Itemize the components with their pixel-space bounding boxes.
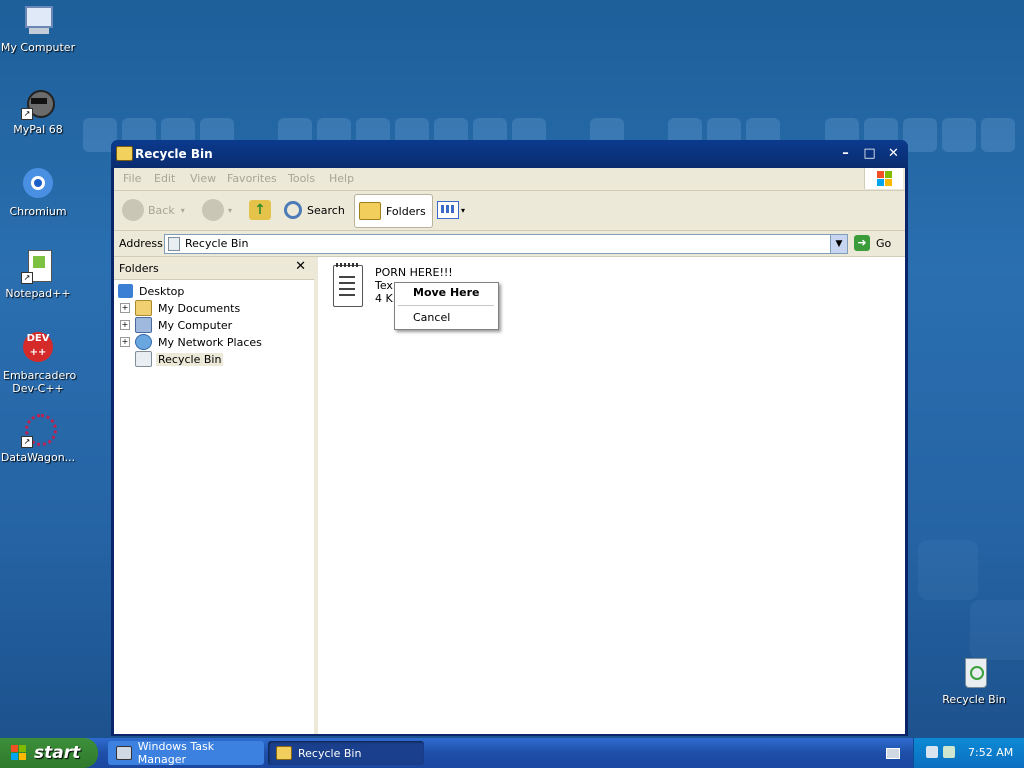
folders-pane-header: Folders ✕ (114, 257, 314, 280)
title-bar[interactable]: Recycle Bin – □ ✕ (111, 140, 908, 168)
tree-item-recycle-bin[interactable]: Recycle Bin (135, 351, 224, 367)
windows-logo-icon (864, 168, 903, 189)
tree-item-desktop[interactable]: Desktop (118, 283, 186, 299)
forward-arrow-icon (202, 199, 224, 221)
file-size: 4 K (375, 292, 393, 305)
raccoon-icon: ↗ (21, 86, 55, 120)
start-button[interactable]: start (0, 738, 98, 768)
address-label: Address (119, 237, 163, 250)
context-menu-cancel[interactable]: Cancel (413, 311, 450, 324)
context-menu-move-here[interactable]: Move Here (413, 286, 480, 299)
expand-icon[interactable]: + (120, 303, 130, 313)
desktop-icon-mypal[interactable]: ↗ MyPal 68 (0, 86, 76, 136)
address-bar: Address Recycle Bin ▼ ➜ Go (114, 231, 905, 257)
desktop-icon-notepadpp[interactable]: ↗ Notepad++ (0, 250, 76, 300)
maximize-button[interactable]: □ (860, 145, 879, 163)
taskbar-item-recycle-bin[interactable]: Recycle Bin (268, 741, 424, 765)
views-button[interactable]: ▾ (437, 194, 465, 226)
tray-network-icon[interactable] (926, 746, 938, 758)
taskbar-item-task-manager[interactable]: Windows Task Manager (108, 740, 264, 766)
windows-logo-icon (11, 745, 27, 761)
folders-pane-close-button[interactable]: ✕ (295, 259, 306, 274)
folders-button[interactable]: Folders (354, 194, 433, 228)
address-input[interactable]: Recycle Bin ▼ (164, 234, 848, 254)
tree-item-my-documents[interactable]: + My Documents (120, 300, 242, 316)
documents-folder-icon (135, 300, 152, 316)
back-arrow-icon (122, 199, 144, 221)
desktop-icon-recycle-bin[interactable]: Recycle Bin (936, 656, 1012, 706)
forward-button[interactable]: ▾ (202, 194, 232, 226)
folder-icon (276, 746, 292, 760)
context-menu: Move Here Cancel (394, 282, 499, 330)
up-button[interactable]: ↑ (249, 194, 271, 226)
back-button[interactable]: Back ▾ (122, 194, 185, 226)
tree-item-my-network-places[interactable]: + My Network Places (120, 334, 264, 350)
toolbar: Back ▾ ▾ ↑ Search Folders ▾ (114, 191, 905, 231)
desktop-icon-datawagon[interactable]: ↗ DataWagon... (0, 414, 76, 464)
minimize-button[interactable]: – (836, 145, 855, 163)
recycle-bin-icon (135, 351, 152, 367)
clock[interactable]: 7:52 AM (968, 746, 1013, 759)
computer-icon (21, 4, 55, 38)
taskbar: start Windows Task Manager Recycle Bin 7… (0, 738, 1024, 768)
keyboard-icon[interactable] (886, 748, 900, 759)
desktop-icon-chromium[interactable]: Chromium (0, 168, 76, 218)
folder-up-icon: ↑ (249, 200, 271, 220)
address-dropdown-button[interactable]: ▼ (830, 235, 847, 253)
search-button[interactable]: Search (284, 194, 345, 226)
recycle-bin-icon (168, 237, 181, 251)
tray-volume-icon[interactable] (943, 746, 955, 758)
go-arrow-icon: ➜ (854, 235, 870, 251)
file-name: PORN HERE!!! (375, 266, 453, 279)
search-icon (284, 201, 302, 219)
menu-file[interactable]: File (123, 172, 141, 185)
menu-help[interactable]: Help (329, 172, 354, 185)
window-client: File Edit View Favorites Tools Help Back… (114, 168, 905, 734)
file-list[interactable]: PORN HERE!!! Tex 4 K Move Here Cancel (318, 257, 905, 734)
shortcut-arrow-icon: ↗ (21, 436, 33, 448)
menu-view[interactable]: View (190, 172, 216, 185)
expand-icon[interactable]: + (120, 320, 130, 330)
text-file-icon (333, 263, 363, 307)
go-button[interactable]: ➜ Go (854, 234, 891, 252)
desktop-icon-my-computer[interactable]: My Computer (0, 4, 76, 54)
context-menu-separator (398, 305, 494, 306)
folders-pane: Folders ✕ Desktop + My Documents + My Co… (114, 257, 317, 734)
system-tray: 7:52 AM (913, 738, 1024, 768)
datawagon-icon: ↗ (21, 414, 57, 448)
computer-icon (135, 317, 152, 333)
shortcut-arrow-icon: ↗ (21, 272, 33, 284)
views-icon (437, 201, 459, 219)
tree-item-my-computer[interactable]: + My Computer (120, 317, 234, 333)
explorer-window: Recycle Bin – □ ✕ File Edit View Favorit… (111, 140, 908, 736)
desktop-icon-devcpp[interactable]: DEV ++ Embarcadero Dev-C++ (0, 332, 76, 395)
folders-icon (359, 202, 381, 220)
menu-tools[interactable]: Tools (288, 172, 315, 185)
notepad-plus-plus-icon: ↗ (21, 250, 55, 284)
menu-bar: File Edit View Favorites Tools Help (114, 168, 905, 191)
chromium-icon (21, 168, 55, 202)
expand-icon[interactable]: + (120, 337, 130, 347)
network-globe-icon (135, 334, 152, 350)
window-title: Recycle Bin (135, 147, 213, 161)
close-button[interactable]: ✕ (884, 145, 903, 163)
shortcut-arrow-icon: ↗ (21, 108, 33, 120)
task-manager-icon (116, 746, 132, 760)
desktop-icon (118, 284, 133, 298)
folders-pane-title: Folders (119, 262, 159, 275)
devcpp-icon: DEV ++ (21, 332, 55, 366)
recycle-bin-icon (957, 656, 991, 690)
menu-edit[interactable]: Edit (154, 172, 175, 185)
menu-favorites[interactable]: Favorites (227, 172, 277, 185)
folder-icon (116, 146, 133, 161)
